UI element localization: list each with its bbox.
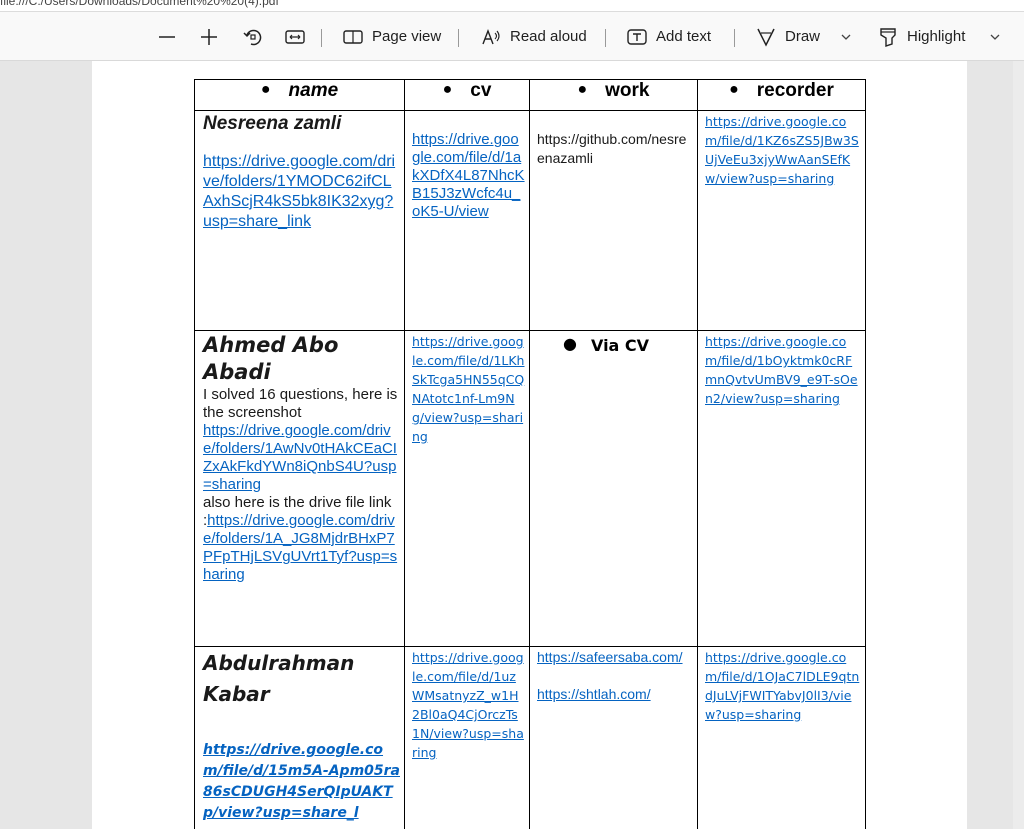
bullet-icon: ●	[563, 334, 577, 353]
bullet-icon: ●	[729, 81, 739, 98]
highlight-options-dropdown[interactable]	[989, 12, 1001, 61]
fit-to-page-button[interactable]	[285, 12, 305, 61]
header-cv-label: cv	[470, 80, 492, 102]
toolbar-divider	[605, 29, 606, 47]
zoom-in-button[interactable]	[200, 12, 218, 61]
address-bar[interactable]: file:///C:/Users/Downloads/Document%20%2…	[0, 0, 1024, 12]
header-cv: ● cv	[404, 79, 530, 111]
highlight-label: Highlight	[907, 28, 966, 45]
cell-recorder: https://drive.google.com/file/d/1OJaC7lD…	[697, 646, 866, 829]
bullet-icon: ●	[577, 81, 588, 98]
recorder-link[interactable]: https://drive.google.com/file/d/1KZ6sZS5…	[705, 112, 861, 188]
fit-page-icon	[285, 29, 305, 44]
candidates-table: ● name ● cv ● work ● recorder Nesreena zamli…	[194, 79, 866, 829]
cv-link[interactable]: https://drive.google.com/file/d/1akXDfX4…	[412, 131, 525, 221]
pdf-toolbar: Page view Read aloud Add text Draw Highl…	[0, 12, 1024, 61]
header-work-label: work	[605, 80, 650, 102]
work-bullet-item: ● Via CV	[537, 333, 693, 357]
cell-cv: https://drive.google.com/file/d/1LKhSkTc…	[404, 330, 530, 647]
read-aloud-label: Read aloud	[510, 28, 587, 45]
bullet-icon: ●	[442, 81, 453, 98]
folder-link[interactable]: https://drive.google.com/drive/folders/1…	[203, 152, 400, 232]
toolbar-divider	[734, 29, 735, 47]
draw-label: Draw	[785, 28, 821, 45]
add-text-button[interactable]: Add text	[627, 12, 711, 61]
cell-name: Nesreena zamli https://drive.google.com/…	[194, 110, 405, 331]
cell-recorder: https://drive.google.com/file/d/1bOyktmk…	[697, 330, 866, 647]
cell-name: Abdulrahman Kabar https://drive.google.c…	[194, 646, 405, 829]
drive-link-line: :https://drive.google.com/drive/folders/…	[203, 512, 400, 584]
website-link[interactable]: https://shtlah.com/	[537, 685, 693, 704]
cell-name: Ahmed Abo Abadi I solved 16 questions, h…	[194, 330, 405, 647]
work-text: Via CV	[590, 336, 650, 355]
cell-work: ● Via CV	[529, 330, 698, 647]
person-name: Ahmed Abo Abadi	[203, 333, 339, 384]
screenshot-link[interactable]: https://drive.google.com/drive/folders/1…	[203, 422, 400, 494]
chevron-down-icon	[990, 34, 1000, 40]
highlighter-icon	[880, 27, 896, 47]
page-view-label: Page view	[372, 28, 442, 45]
read-aloud-button[interactable]: Read aloud	[481, 12, 587, 61]
plus-icon	[201, 28, 217, 45]
website-link[interactable]: https://safeersaba.com/	[537, 648, 693, 667]
person-name: Nesreena zamli	[203, 113, 342, 134]
address-bar-text: file:///C:/Users/Downloads/Document%20%2…	[0, 0, 279, 8]
read-aloud-icon	[482, 28, 500, 44]
table-header-row: ● name ● cv ● work ● recorder	[194, 79, 866, 111]
draw-options-dropdown[interactable]	[840, 12, 852, 61]
vertical-scrollbar[interactable]	[1013, 61, 1024, 829]
work-text: https://github.com/nesreenazamli	[537, 131, 687, 166]
rotate-icon	[243, 29, 262, 45]
cv-link[interactable]: https://drive.google.com/file/d/1LKhSkTc…	[412, 332, 525, 446]
note-text: also here is the drive file link	[203, 494, 392, 511]
toolbar-divider	[458, 29, 459, 47]
note-text: I solved 16 questions, here is the scree…	[203, 386, 398, 421]
cell-work: https://github.com/nesreenazamli	[529, 110, 698, 331]
toolbar-divider	[321, 29, 322, 47]
file-link[interactable]: https://drive.google.com/file/d/15m5A-Ap…	[203, 740, 400, 824]
bullet-icon: ●	[260, 81, 271, 98]
cell-recorder: https://drive.google.com/file/d/1KZ6sZS5…	[697, 110, 866, 331]
zoom-out-button[interactable]	[158, 12, 176, 61]
cell-cv: https://drive.google.com/file/d/1uzWMsat…	[404, 646, 530, 829]
header-work: ● work	[529, 79, 698, 111]
highlight-button[interactable]: Highlight	[878, 12, 965, 61]
page-view-button[interactable]: Page view	[343, 12, 441, 61]
recorder-link[interactable]: https://drive.google.com/file/d/1OJaC7lD…	[705, 648, 861, 724]
add-text-label: Add text	[656, 28, 712, 45]
drive-link[interactable]: https://drive.google.com/drive/folders/1…	[203, 512, 397, 583]
cell-cv: https://drive.google.com/file/d/1akXDfX4…	[404, 110, 530, 331]
table-row: Abdulrahman Kabar https://drive.google.c…	[194, 646, 866, 829]
table-row: Ahmed Abo Abadi I solved 16 questions, h…	[194, 330, 866, 647]
draw-button[interactable]: Draw	[756, 12, 820, 61]
table-row: Nesreena zamli https://drive.google.com/…	[194, 110, 866, 331]
person-name: Abdulrahman Kabar	[203, 651, 355, 706]
add-text-icon	[627, 28, 647, 45]
draw-icon	[757, 28, 775, 47]
header-recorder-label: recorder	[756, 80, 834, 102]
minus-icon	[159, 35, 175, 38]
recorder-link[interactable]: https://drive.google.com/file/d/1bOyktmk…	[705, 332, 861, 408]
page-view-icon	[343, 29, 363, 44]
header-name-label: name	[288, 80, 339, 102]
rotate-button[interactable]	[243, 12, 263, 61]
cv-link[interactable]: https://drive.google.com/file/d/1uzWMsat…	[412, 648, 525, 762]
cell-work: https://safeersaba.com/ https://shtlah.c…	[529, 646, 698, 829]
header-recorder: ● recorder	[697, 79, 866, 111]
chevron-down-icon	[841, 34, 851, 40]
header-name: ● name	[194, 79, 405, 111]
